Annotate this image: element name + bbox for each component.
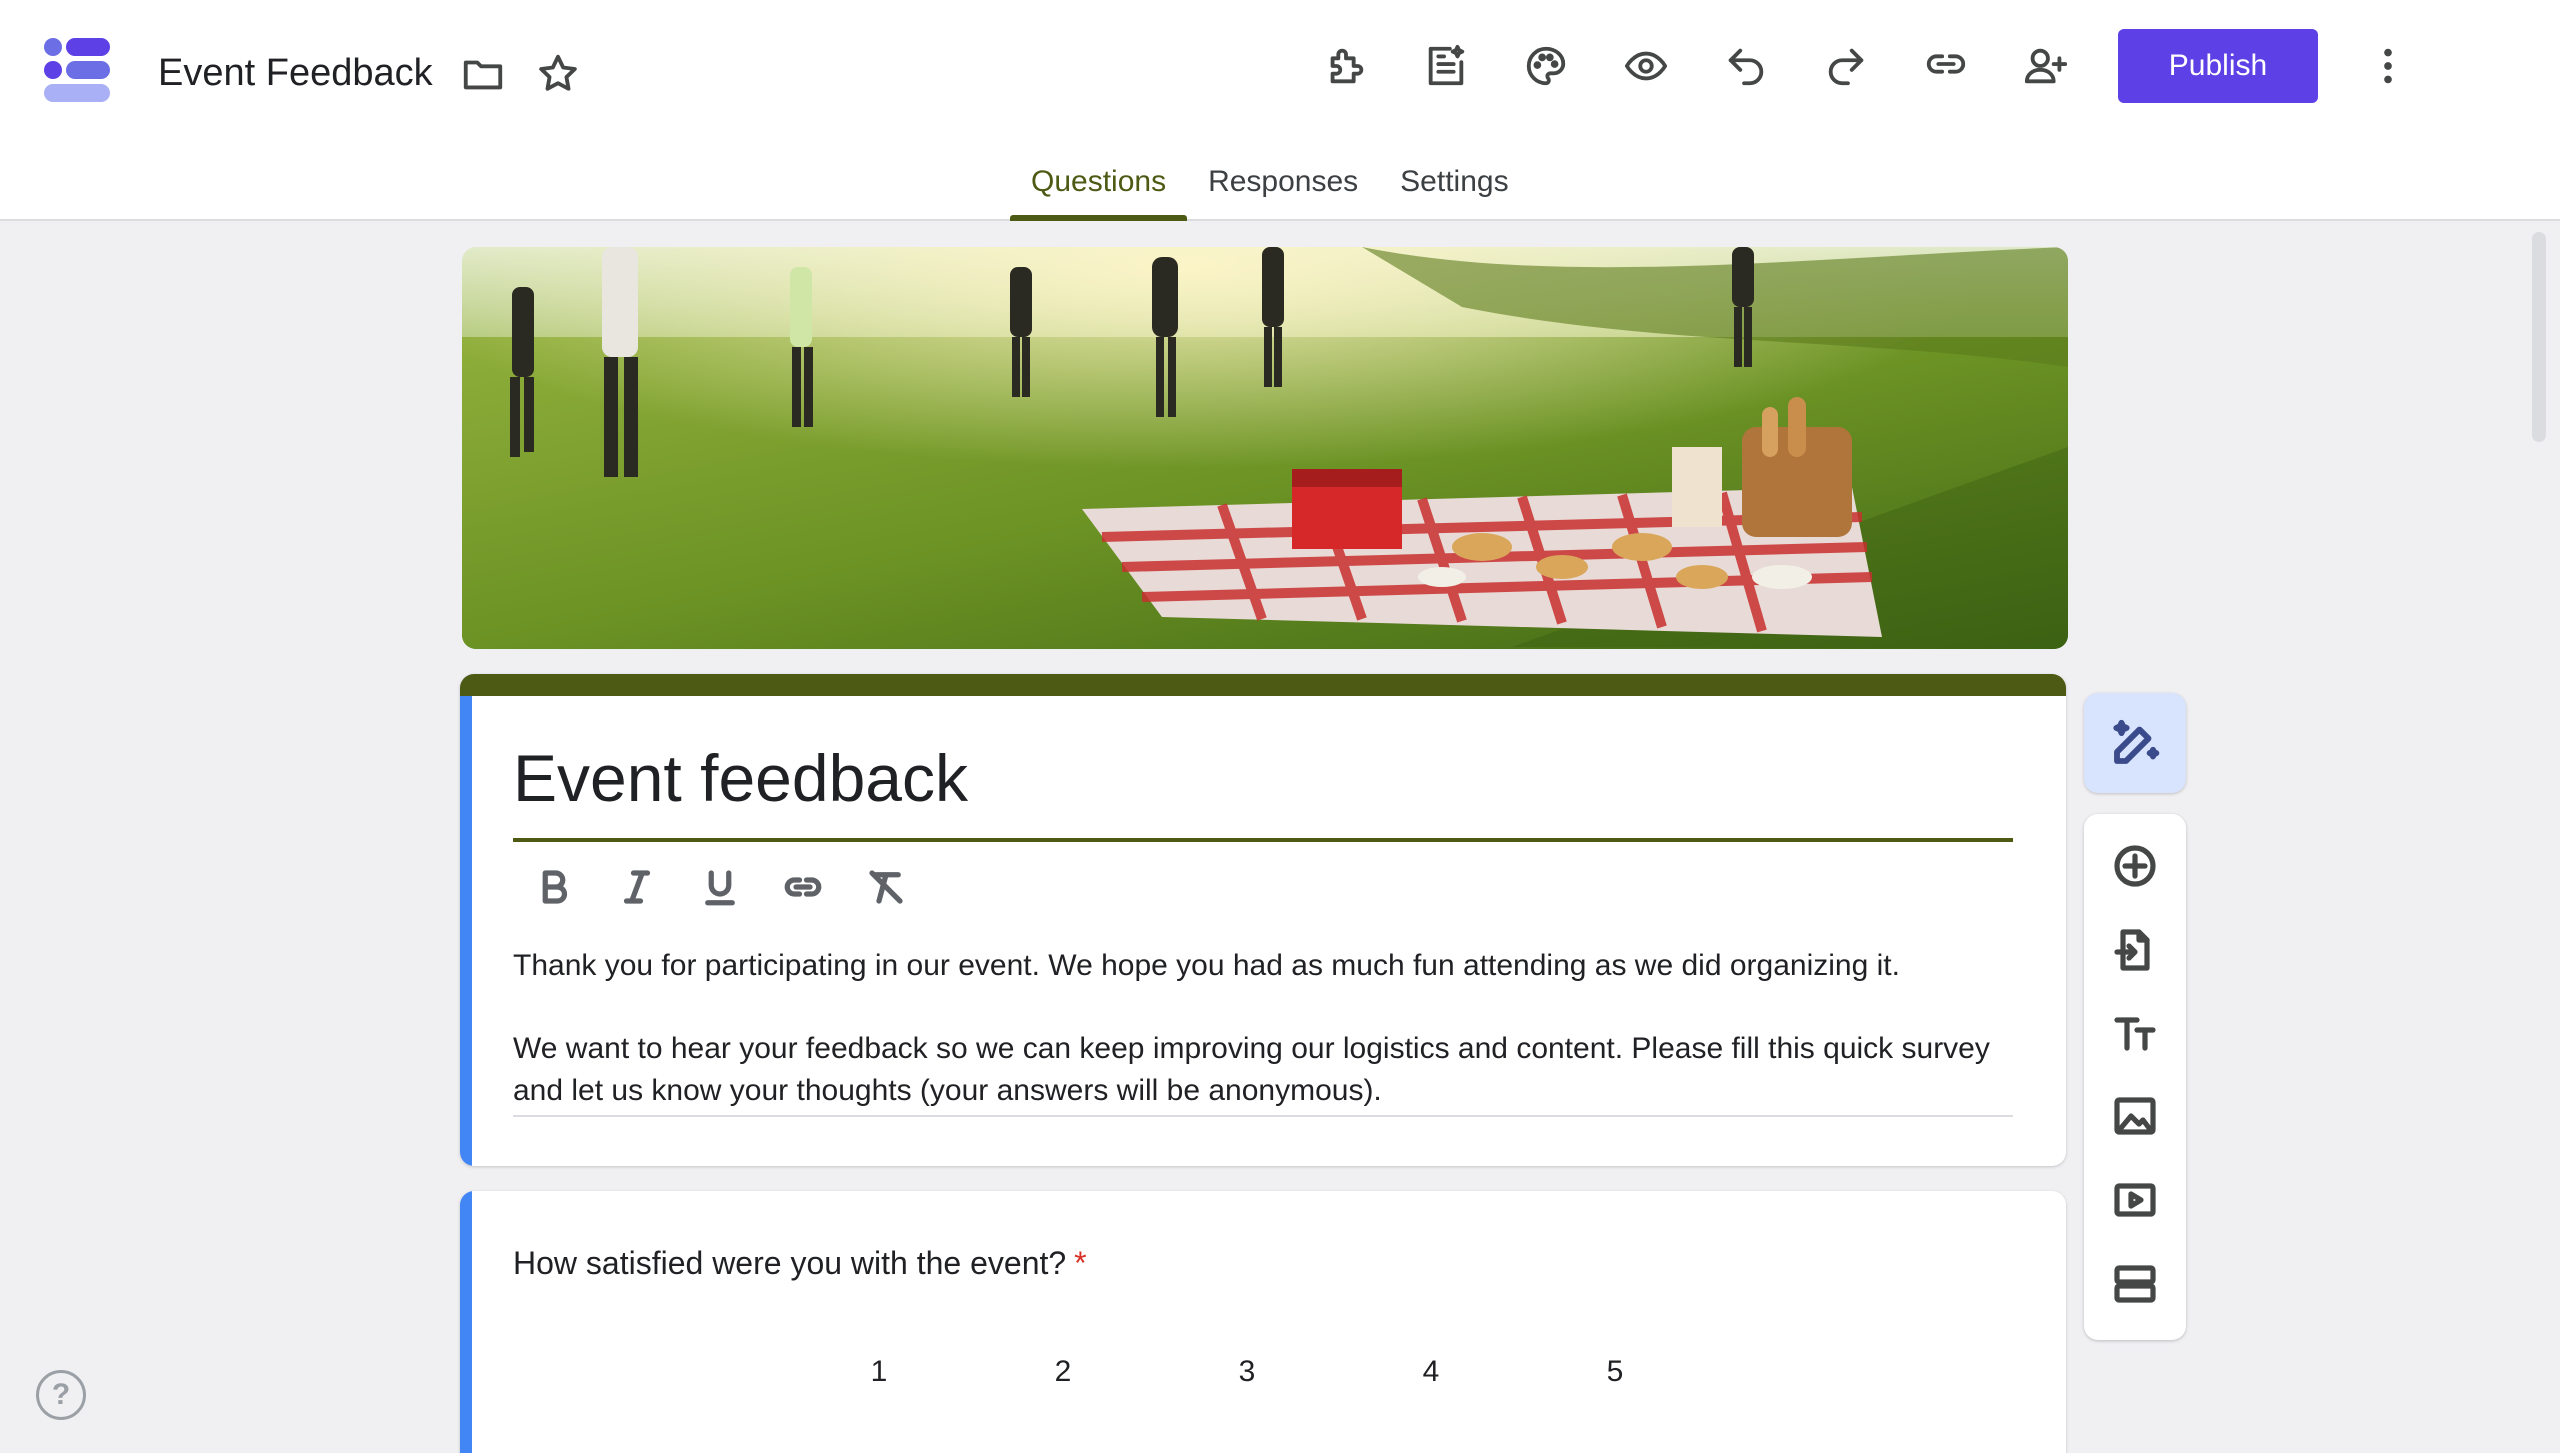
palette-icon[interactable] <box>1516 36 1576 96</box>
tab-settings[interactable]: Settings <box>1379 160 1529 221</box>
description-underline <box>513 1115 2013 1117</box>
scale-option: 1 <box>870 1355 888 1388</box>
publish-button[interactable]: Publish <box>2118 29 2318 103</box>
folder-icon[interactable] <box>453 44 513 104</box>
scale-option: 5 <box>1606 1355 1624 1388</box>
question-card[interactable] <box>460 1191 2066 1453</box>
redo-icon[interactable] <box>1816 36 1876 96</box>
add-image-icon[interactable] <box>2105 1086 2165 1146</box>
link-icon[interactable] <box>1916 34 1976 94</box>
header-image[interactable] <box>462 247 2068 649</box>
question-text: How satisfied were you with the event? <box>513 1245 1067 1281</box>
link-icon[interactable] <box>773 857 833 917</box>
required-asterisk: * <box>1074 1245 1087 1281</box>
add-title-icon[interactable] <box>2105 1004 2165 1064</box>
ai-summary-icon[interactable] <box>1416 36 1476 96</box>
document-title[interactable]: Event Feedback <box>158 46 433 100</box>
forms-logo[interactable] <box>42 36 114 104</box>
card-accent-bar <box>460 674 2066 696</box>
tab-responses[interactable]: Responses <box>1187 160 1379 221</box>
help-icon[interactable]: ? <box>36 1370 86 1420</box>
active-card-indicator <box>460 696 472 1166</box>
clear-format-icon[interactable] <box>856 857 916 917</box>
scrollbar-thumb[interactable] <box>2532 232 2546 442</box>
add-question-icon[interactable] <box>2105 836 2165 896</box>
import-questions-icon[interactable] <box>2105 920 2165 980</box>
form-description-paragraph[interactable]: We want to hear your feedback so we can … <box>513 1028 2023 1112</box>
ai-edit-icon[interactable] <box>2084 693 2186 793</box>
italic-icon[interactable] <box>607 857 667 917</box>
addons-icon[interactable] <box>1316 36 1376 96</box>
tab-questions[interactable]: Questions <box>1010 160 1188 221</box>
title-underline <box>513 838 2013 842</box>
form-title-input[interactable]: Event feedback <box>513 740 968 816</box>
underline-icon[interactable] <box>690 857 750 917</box>
card-left-bar <box>460 1191 472 1453</box>
preview-icon[interactable] <box>1616 36 1676 96</box>
scale-option: 2 <box>1054 1355 1072 1388</box>
question-title[interactable]: How satisfied were you with the event? * <box>513 1245 1087 1282</box>
tab-bar: Questions Responses Settings <box>1010 160 1530 221</box>
more-vert-icon[interactable] <box>2358 36 2418 96</box>
scale-option: 4 <box>1422 1355 1440 1388</box>
floating-toolbar <box>2084 814 2186 1340</box>
undo-icon[interactable] <box>1716 36 1776 96</box>
top-app-bar: Event Feedback Publish Questions Respons… <box>0 0 2560 221</box>
scale-option: 3 <box>1238 1355 1256 1388</box>
add-collaborator-icon[interactable] <box>2016 36 2076 96</box>
star-icon[interactable] <box>528 44 588 104</box>
bold-icon[interactable] <box>524 857 584 917</box>
form-description-paragraph[interactable]: Thank you for participating in our event… <box>513 945 2023 987</box>
add-section-icon[interactable] <box>2105 1254 2165 1314</box>
add-video-icon[interactable] <box>2105 1170 2165 1230</box>
